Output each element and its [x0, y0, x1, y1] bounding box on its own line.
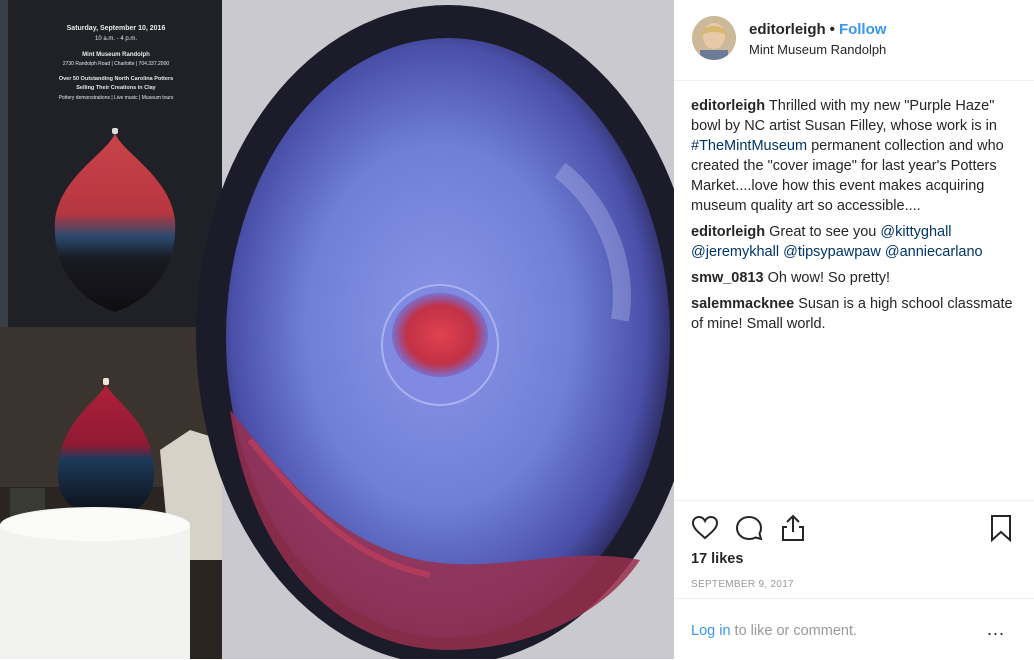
flyer-address: 2730 Randolph Road | Charlotte | 704.337… — [63, 61, 170, 67]
hashtag-link[interactable]: #TheMintMuseum — [691, 138, 807, 154]
comment-icon[interactable] — [734, 513, 764, 543]
share-icon[interactable] — [778, 513, 808, 543]
post-header: editorleigh • Follow Mint Museum Randolph — [674, 0, 1034, 81]
flyer-headline-1: Over 50 Outstanding North Carolina Potte… — [59, 76, 173, 82]
location-link[interactable]: Mint Museum Randolph — [749, 42, 886, 57]
post-sidebar: editorleigh • Follow Mint Museum Randolph … — [674, 0, 1034, 659]
flyer-time: 10 a.m. - 4 p.m. — [95, 36, 137, 42]
mention-link[interactable]: @anniecarlano — [885, 244, 983, 260]
heart-icon[interactable] — [690, 513, 720, 543]
avatar[interactable] — [692, 16, 736, 60]
post-actions: 17 likes SEPTEMBER 9, 2017 — [674, 500, 1034, 601]
comment-username[interactable]: editorleigh — [691, 224, 765, 240]
post-date: SEPTEMBER 9, 2017 — [691, 579, 794, 590]
flyer-headline-2: Selling Their Creations in Clay — [76, 85, 156, 91]
comment-text: Oh wow! So pretty! — [763, 270, 891, 286]
mention-link[interactable]: @kittyghall — [880, 224, 951, 240]
comment: editorleigh Great to see you @kittyghall… — [691, 222, 1017, 262]
likes-count[interactable]: 17 likes — [691, 551, 743, 567]
login-footer: Log in to like or comment. ... — [674, 598, 1034, 660]
flyer-venue: Mint Museum Randolph — [82, 52, 150, 58]
username-link[interactable]: editorleigh — [749, 21, 826, 38]
comment: salemmacknee Susan is a high school clas… — [691, 294, 1017, 334]
more-options-icon[interactable]: ... — [987, 619, 1005, 640]
post-author: editorleigh • Follow — [749, 21, 886, 38]
flyer-date: Saturday, September 10, 2016 — [67, 25, 166, 32]
mention-link[interactable]: @jeremykhall — [691, 244, 779, 260]
follow-button[interactable]: Follow — [839, 21, 887, 38]
comment-text: Great to see you — [765, 224, 881, 240]
caption: editorleigh Thrilled with my new "Purple… — [691, 96, 1017, 216]
comment-list: editorleigh Thrilled with my new "Purple… — [691, 96, 1017, 340]
mention-link[interactable]: @tipsypawpaw — [783, 244, 881, 260]
login-prompt: Log in to like or comment. — [691, 623, 857, 639]
bookmark-icon[interactable] — [986, 513, 1016, 543]
post-photo-collage: Saturday, September 10, 2016 10 a.m. - 4… — [0, 0, 674, 659]
comment-username[interactable]: smw_0813 — [691, 270, 764, 286]
comment-username[interactable]: editorleigh — [691, 98, 765, 114]
post-image: Saturday, September 10, 2016 10 a.m. - 4… — [0, 0, 674, 659]
flyer-subline: Pottery demonstrations | Live music | Mu… — [59, 95, 174, 101]
separator-dot: • — [829, 21, 835, 38]
comment-username[interactable]: salemmacknee — [691, 296, 794, 312]
login-prompt-text: to like or comment. — [730, 623, 858, 639]
comment: smw_0813 Oh wow! So pretty! — [691, 268, 1017, 288]
login-link[interactable]: Log in — [691, 623, 731, 639]
